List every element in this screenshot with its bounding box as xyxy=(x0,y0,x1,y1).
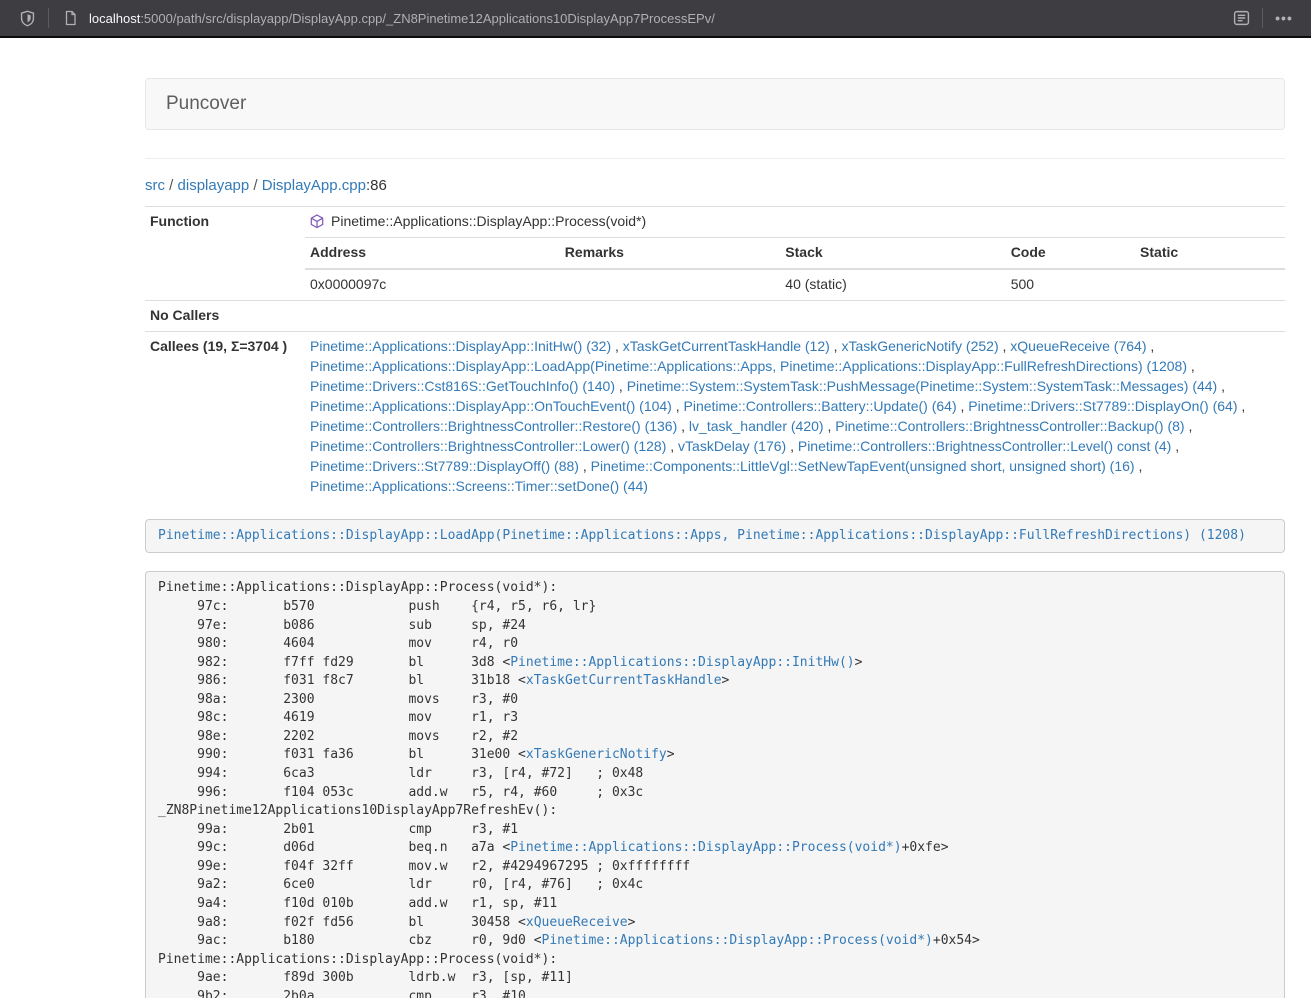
callee-link[interactable]: Pinetime::Controllers::BrightnessControl… xyxy=(798,438,1171,454)
browser-toolbar: localhost:5000/path/src/displayapp/Displ… xyxy=(0,0,1311,36)
detail-value-stack: 40 (static) xyxy=(780,269,1005,300)
breadcrumb-link[interactable]: DisplayApp.cpp xyxy=(262,177,366,194)
detail-value-remarks xyxy=(560,269,781,300)
function-label: Function xyxy=(145,207,305,301)
url-path: :5000/path/src/displayapp/DisplayApp.cpp… xyxy=(140,11,715,26)
url-bar[interactable]: localhost:5000/path/src/displayapp/Displ… xyxy=(89,11,1228,26)
assembly-symbol-link[interactable]: xTaskGetCurrentTaskHandle xyxy=(526,673,722,688)
menu-dots-icon[interactable]: ••• xyxy=(1271,5,1297,31)
detail-value-code: 500 xyxy=(1006,269,1135,300)
detail-column-header: Remarks xyxy=(560,237,781,268)
callees-label: Callees (19, Σ=3704 ) xyxy=(145,331,305,501)
no-callers-label: No Callers xyxy=(145,300,305,331)
shield-icon[interactable] xyxy=(14,5,40,31)
callee-link[interactable]: Pinetime::Drivers::Cst816S::GetTouchInfo… xyxy=(310,378,615,394)
callee-link[interactable]: Pinetime::Drivers::St7789::DisplayOff() … xyxy=(310,458,579,474)
assembly-symbol-link[interactable]: xQueueReceive xyxy=(526,915,628,930)
callee-link[interactable]: Pinetime::System::SystemTask::PushMessag… xyxy=(627,378,1218,394)
breadcrumb: src / displayapp / DisplayApp.cpp:86 xyxy=(145,177,1285,194)
callee-link[interactable]: Pinetime::Applications::DisplayApp::Load… xyxy=(310,358,1187,374)
detail-header-row: AddressRemarksStackCodeStatic xyxy=(305,237,1285,268)
function-table: Function Pinetime::Applications::Display… xyxy=(145,206,1285,502)
breadcrumb-separator: / xyxy=(165,177,178,194)
breadcrumb-separator: / xyxy=(249,177,262,194)
assembly-symbol-link[interactable]: Pinetime::Applications::DisplayApp::Init… xyxy=(510,655,854,670)
callee-link[interactable]: Pinetime::Applications::Screens::Timer::… xyxy=(310,478,648,494)
cube-icon xyxy=(310,214,324,229)
detail-value-static xyxy=(1135,269,1285,300)
assembly-symbol-link[interactable]: xTaskGenericNotify xyxy=(526,747,667,762)
function-name: Pinetime::Applications::DisplayApp::Proc… xyxy=(331,212,646,232)
function-row: Function Pinetime::Applications::Display… xyxy=(145,207,1285,301)
callee-link[interactable]: xTaskGenericNotify (252) xyxy=(841,338,998,354)
toolbar-separator xyxy=(1262,8,1263,28)
assembly-code: Pinetime::Applications::DisplayApp::Proc… xyxy=(145,571,1285,998)
callee-link[interactable]: Pinetime::Components::LittleVgl::SetNewT… xyxy=(591,458,1135,474)
reader-view-icon[interactable] xyxy=(1228,5,1254,31)
detail-column-header: Stack xyxy=(780,237,1005,268)
callee-link[interactable]: Pinetime::Applications::DisplayApp::Init… xyxy=(310,338,611,354)
navbar: Puncover xyxy=(145,78,1285,130)
detail-value-address: 0x0000097c xyxy=(305,269,560,300)
loadapp-box: Pinetime::Applications::DisplayApp::Load… xyxy=(145,519,1285,554)
toolbar-separator xyxy=(48,8,49,28)
callee-link[interactable]: xTaskGetCurrentTaskHandle (12) xyxy=(623,338,830,354)
page-icon[interactable] xyxy=(57,5,83,31)
breadcrumb-line-number: :86 xyxy=(366,177,387,194)
callee-link[interactable]: Pinetime::Applications::DisplayApp::OnTo… xyxy=(310,398,672,414)
callee-link[interactable]: Pinetime::Controllers::BrightnessControl… xyxy=(835,418,1184,434)
callee-link[interactable]: Pinetime::Controllers::BrightnessControl… xyxy=(310,418,677,434)
loadapp-link[interactable]: Pinetime::Applications::DisplayApp::Load… xyxy=(158,528,1246,543)
callee-link[interactable]: Pinetime::Drivers::St7789::DisplayOn() (… xyxy=(968,398,1237,414)
detail-column-header: Static xyxy=(1135,237,1285,268)
breadcrumb-link[interactable]: src xyxy=(145,177,165,194)
callees-row: Callees (19, Σ=3704 ) Pinetime::Applicat… xyxy=(145,331,1285,501)
assembly-symbol-link[interactable]: Pinetime::Applications::DisplayApp::Proc… xyxy=(510,840,901,855)
callees-cell: Pinetime::Applications::DisplayApp::Init… xyxy=(305,331,1285,501)
detail-column-header: Address xyxy=(305,237,560,268)
no-callers-row: No Callers xyxy=(145,300,1285,331)
function-detail-table: AddressRemarksStackCodeStatic 0x0000097c… xyxy=(305,237,1285,300)
detail-value-row: 0x0000097c 40 (static)500 xyxy=(305,269,1285,300)
brand-link[interactable]: Puncover xyxy=(166,93,246,114)
no-callers-cell xyxy=(305,300,1285,331)
function-signature: Pinetime::Applications::DisplayApp::Proc… xyxy=(305,207,1285,237)
callee-link[interactable]: lv_task_handler (420) xyxy=(689,418,824,434)
callee-link[interactable]: Pinetime::Controllers::BrightnessControl… xyxy=(310,438,666,454)
divider xyxy=(145,158,1285,159)
url-host: localhost xyxy=(89,11,140,26)
breadcrumb-link[interactable]: displayapp xyxy=(178,177,250,194)
page-container: Puncover src / displayapp / DisplayApp.c… xyxy=(145,38,1285,998)
callee-link[interactable]: vTaskDelay (176) xyxy=(678,438,786,454)
assembly-symbol-link[interactable]: Pinetime::Applications::DisplayApp::Proc… xyxy=(542,933,933,948)
detail-column-header: Code xyxy=(1006,237,1135,268)
callee-link[interactable]: Pinetime::Controllers::Battery::Update()… xyxy=(684,398,957,414)
callee-link[interactable]: xQueueReceive (764) xyxy=(1010,338,1146,354)
